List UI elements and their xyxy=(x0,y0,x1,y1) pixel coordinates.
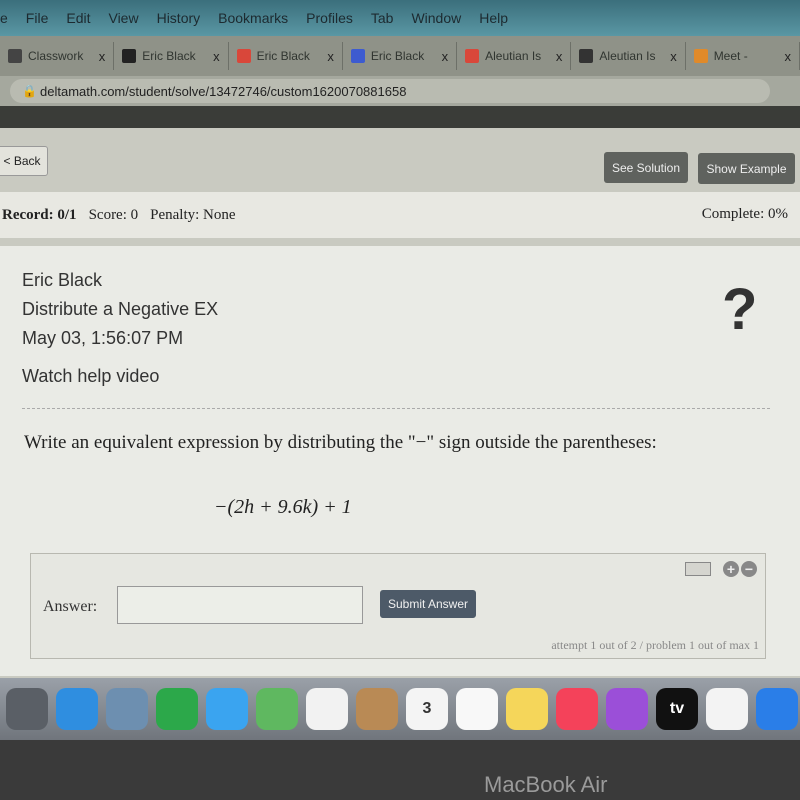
dock: 3 tv xyxy=(0,678,800,740)
laptop-bezel xyxy=(0,740,800,800)
menu-item[interactable]: e xyxy=(0,10,8,26)
favicon-icon xyxy=(465,49,480,63)
close-icon[interactable]: x xyxy=(556,49,563,64)
favicon-icon xyxy=(693,49,708,63)
menu-item[interactable]: Tab xyxy=(371,10,394,26)
penalty-text: Penalty: None xyxy=(150,206,236,223)
close-icon[interactable]: x xyxy=(442,49,449,64)
preview-icon[interactable] xyxy=(106,688,148,730)
tv-icon[interactable]: tv xyxy=(656,688,698,730)
menu-item[interactable]: Help xyxy=(479,10,508,26)
lock-icon: 🔒 xyxy=(22,84,37,98)
calendar-icon[interactable]: 3 xyxy=(406,688,448,730)
close-icon[interactable]: x xyxy=(784,49,791,64)
answer-input[interactable] xyxy=(117,586,363,624)
assignment-name: Distribute a Negative EX xyxy=(22,299,219,319)
student-name: Eric Black xyxy=(22,270,103,290)
help-video-link[interactable]: Watch help video xyxy=(22,366,159,387)
show-example-button[interactable]: Show Example xyxy=(698,153,795,184)
close-icon[interactable]: x xyxy=(327,49,334,64)
favicon-icon xyxy=(579,49,594,63)
launchpad-icon[interactable] xyxy=(6,688,48,730)
podcasts-icon[interactable] xyxy=(606,688,648,730)
browser-tab[interactable]: Eric Black x xyxy=(343,42,458,70)
menu-item[interactable]: Profiles xyxy=(306,10,353,26)
browser-tab[interactable]: Eric Black x xyxy=(229,42,343,70)
safari-icon[interactable] xyxy=(56,688,98,730)
answer-label: Answer: xyxy=(43,598,98,615)
see-solution-button[interactable]: See Solution xyxy=(604,152,688,183)
menu-item[interactable]: Window xyxy=(411,10,461,26)
close-icon[interactable]: x xyxy=(99,49,106,64)
browser-tab[interactable]: Aleutian Is x xyxy=(571,42,686,70)
math-expression: −(2h + 9.6k) + 1 xyxy=(214,496,352,518)
zoom-in-icon[interactable]: + xyxy=(723,561,739,577)
favicon-icon xyxy=(350,49,365,63)
address-bar: 🔒 deltamath.com/student/solve/13472746/c… xyxy=(0,76,800,106)
music-icon[interactable] xyxy=(556,688,598,730)
notes-icon[interactable] xyxy=(506,688,548,730)
tab-label: Aleutian Is xyxy=(485,49,542,63)
question-text: Write an equivalent expression by distri… xyxy=(24,432,657,453)
score-text: Score: 0 xyxy=(88,206,139,223)
menu-item[interactable]: Edit xyxy=(66,10,90,26)
url-field[interactable]: 🔒 deltamath.com/student/solve/13472746/c… xyxy=(10,79,770,103)
photos-icon[interactable] xyxy=(306,688,348,730)
close-icon[interactable]: x xyxy=(670,49,677,64)
menu-item[interactable]: View xyxy=(108,10,138,26)
submit-answer-button[interactable]: Submit Answer xyxy=(380,590,476,618)
tab-bar: Classwork x Eric Black x Eric Black x Eric Bla… xyxy=(0,36,800,76)
browser-tab[interactable]: Aleutian Is x xyxy=(457,42,572,70)
record-bar: Record: 0/1 Score: 0 Penalty: None Compl… xyxy=(0,192,800,238)
facetime-icon[interactable] xyxy=(156,688,198,730)
help-icon[interactable]: ? xyxy=(722,276,757,343)
record-text: Record: 0/1 xyxy=(2,206,77,223)
back-button[interactable]: < Back xyxy=(0,146,48,176)
keyboard-icon[interactable] xyxy=(685,562,711,576)
menu-bar: e File Edit View History Bookmarks Profiles Tab… xyxy=(0,0,800,36)
page: < Back See Solution Show Example Record:… xyxy=(0,128,800,678)
menu-item[interactable]: History xyxy=(157,10,201,26)
tab-label: Eric Black xyxy=(142,49,196,63)
attempt-text: attempt 1 out of 2 / problem 1 out of ma… xyxy=(551,638,759,652)
reminders-icon[interactable] xyxy=(456,688,498,730)
browser-tab[interactable]: Classwork x xyxy=(0,42,115,70)
contacts-icon[interactable] xyxy=(356,688,398,730)
tab-label: Eric Black xyxy=(256,49,310,63)
maps-icon[interactable] xyxy=(256,688,298,730)
close-icon[interactable]: x xyxy=(213,49,220,64)
favicon-icon xyxy=(236,49,251,63)
tab-label: Classwork xyxy=(28,49,84,63)
tab-label: Eric Black xyxy=(370,49,425,63)
zoom-out-icon[interactable]: − xyxy=(741,561,757,577)
browser-tab[interactable]: Eric Black x xyxy=(114,42,229,70)
news-icon[interactable] xyxy=(706,688,748,730)
menu-item[interactable]: Bookmarks xyxy=(218,10,288,26)
problem-panel: Eric Black Distribute a Negative EX May … xyxy=(0,246,800,676)
divider xyxy=(22,408,770,409)
tab-label: Aleutian Is xyxy=(599,49,656,63)
browser-tab[interactable]: Meet - x xyxy=(686,42,800,70)
menu-item[interactable]: File xyxy=(26,10,49,26)
url-text: deltamath.com/student/solve/13472746/cus… xyxy=(40,83,407,99)
favicon-icon xyxy=(122,49,137,63)
tab-label: Meet - xyxy=(713,49,748,63)
bookmarks-strip xyxy=(0,106,800,128)
complete-text: Complete: 0% xyxy=(701,206,788,222)
messages-icon[interactable] xyxy=(206,688,248,730)
date-text: May 03, 1:56:07 PM xyxy=(22,328,184,348)
answer-box: + − Answer: Submit Answer attempt 1 out … xyxy=(30,553,766,659)
bezel-label: MacBook Air xyxy=(484,772,608,797)
app-store-icon[interactable] xyxy=(756,688,798,730)
favicon-icon xyxy=(8,49,22,63)
